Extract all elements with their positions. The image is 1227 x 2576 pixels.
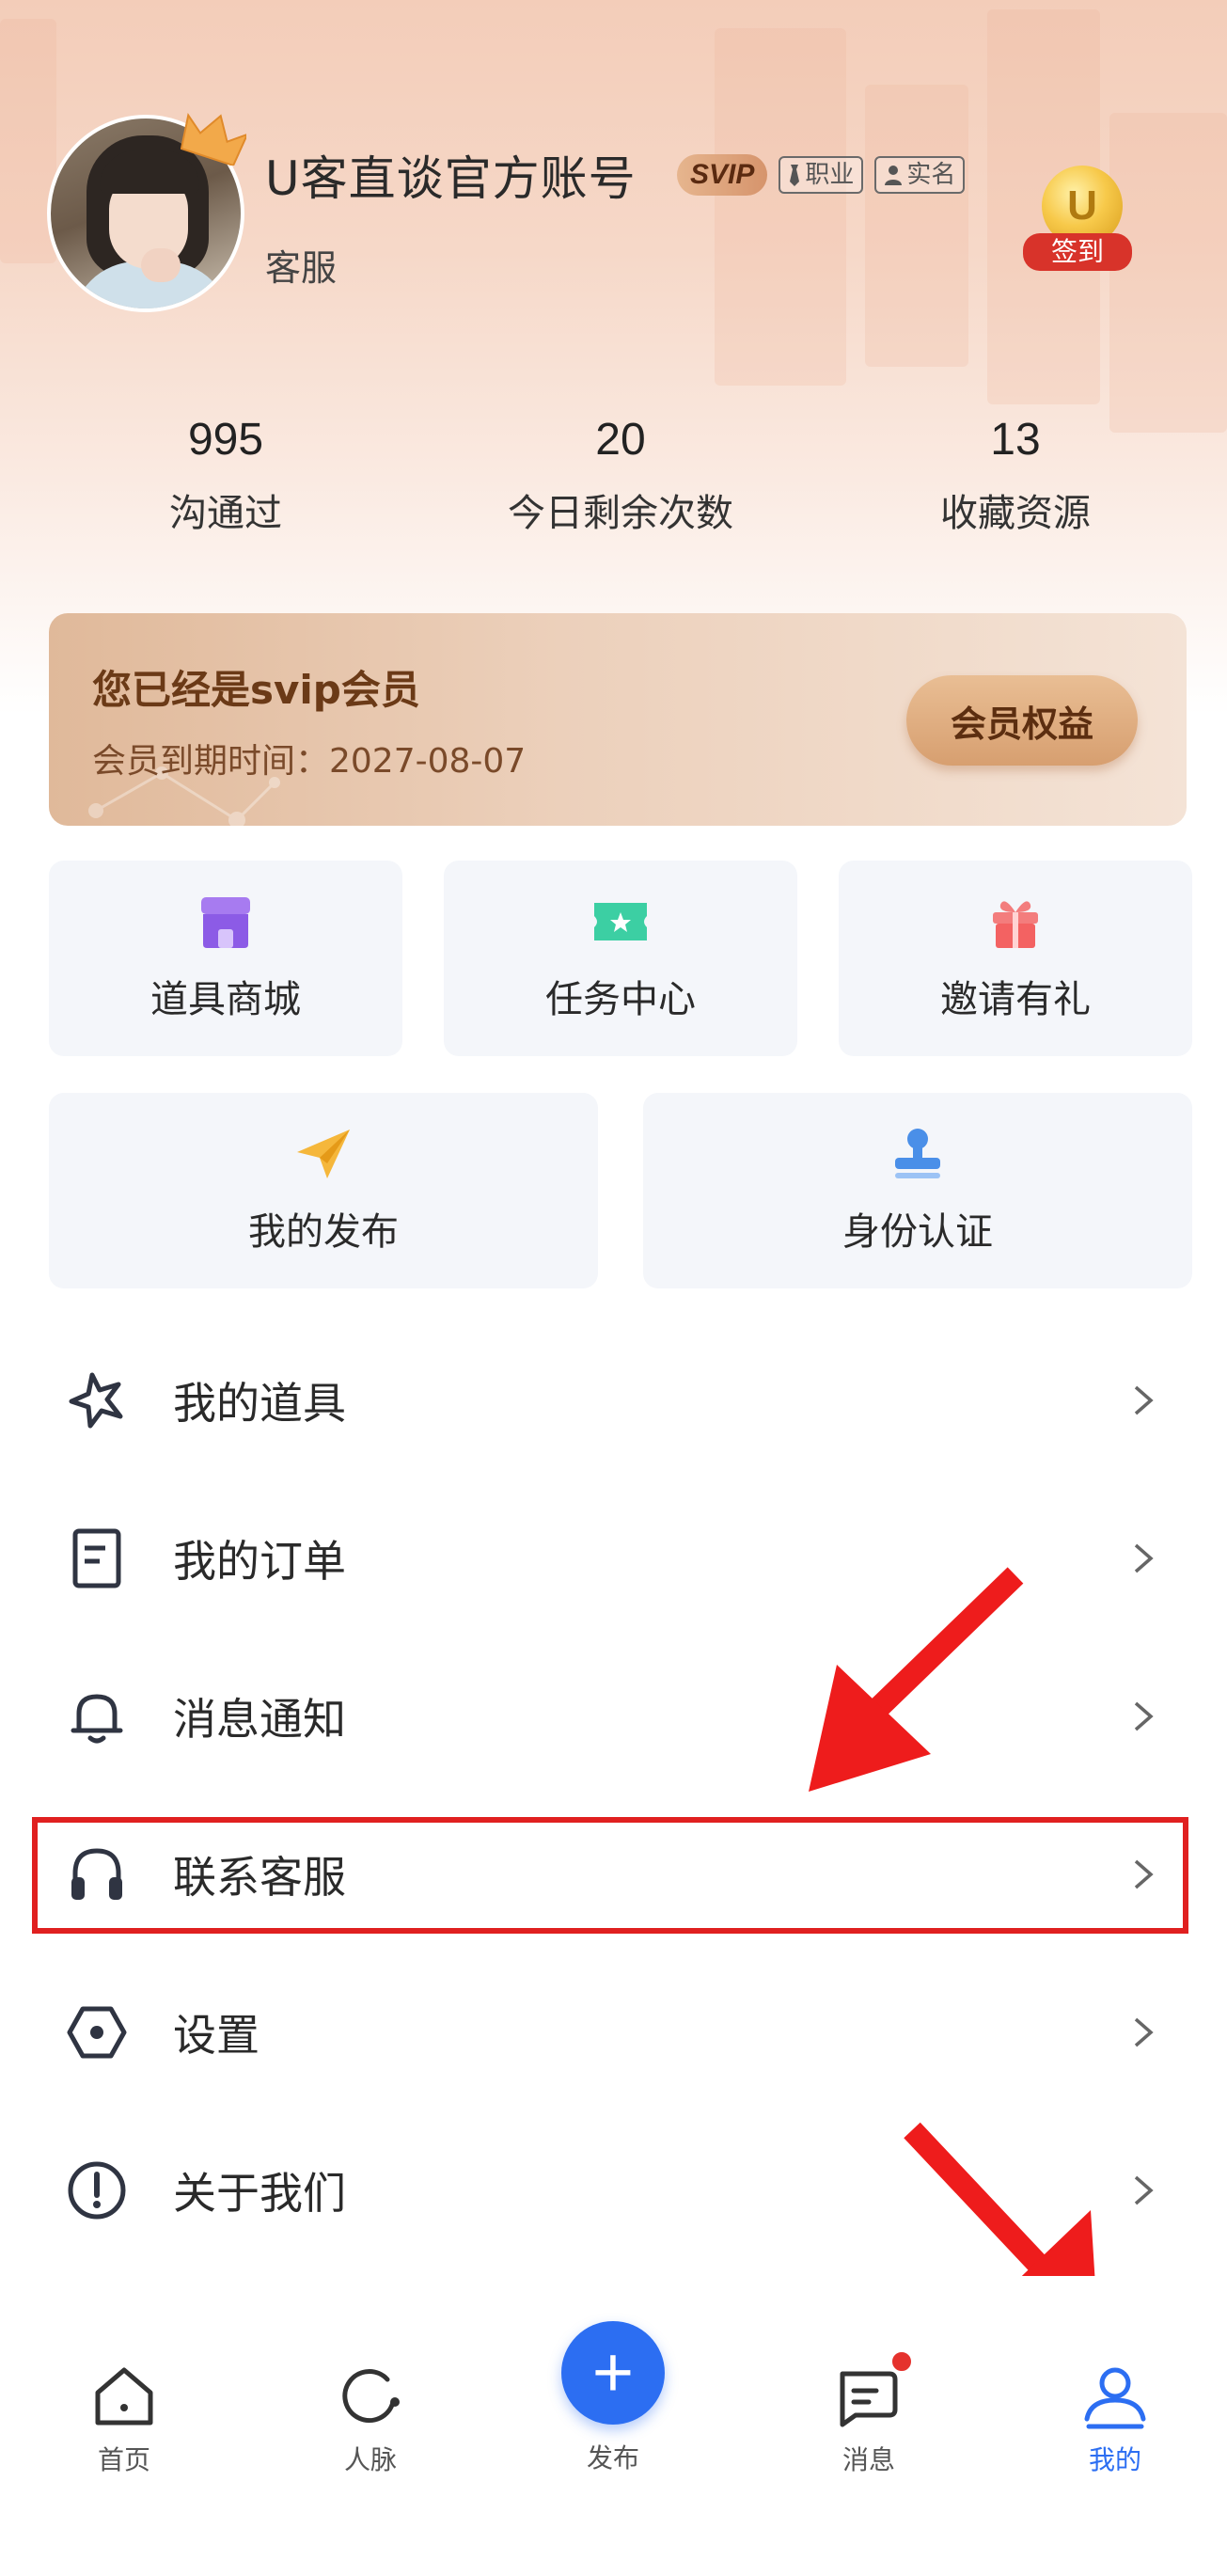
- menu-label: 消息通知: [173, 1694, 346, 1745]
- stat-label: 收藏资源: [940, 492, 1091, 535]
- nav-publish[interactable]: + 发布: [519, 2276, 707, 2475]
- chevron-right-icon: [1134, 1385, 1154, 1415]
- shop-icon: [201, 897, 250, 948]
- tile-task-center[interactable]: 任务中心: [444, 861, 797, 1056]
- stat-value: 995: [187, 415, 264, 465]
- member-benefits-button[interactable]: 会员权益: [906, 675, 1138, 766]
- stat-value: 13: [990, 415, 1041, 465]
- tile-my-posts[interactable]: 我的发布: [49, 1093, 598, 1288]
- plus-icon: +: [561, 2321, 665, 2425]
- star-burst-icon: [69, 1372, 123, 1429]
- nav-label: 我的: [1088, 2444, 1141, 2475]
- menu-item-notifications[interactable]: 消息通知: [0, 1637, 1227, 1795]
- gift-icon: [993, 901, 1038, 948]
- bottom-nav: 首页 人脉 + 发布 消息 我的: [0, 2276, 1227, 2576]
- info-exclamation-icon: [68, 2161, 126, 2220]
- badge-group: SVIP 职业 实名: [677, 154, 966, 196]
- nav-label: 人脉: [343, 2444, 397, 2475]
- settings-hexagon-icon: [67, 2006, 127, 2059]
- signin-button[interactable]: U 签到: [1023, 166, 1136, 278]
- unread-dot: [889, 2349, 914, 2374]
- stat-contacted[interactable]: 995 沟通过: [28, 414, 423, 537]
- chevron-right-icon: [1134, 2017, 1154, 2047]
- menu-label: 关于我们: [173, 2168, 346, 2219]
- menu-item-about-us[interactable]: 关于我们: [0, 2111, 1227, 2269]
- tile-label: 邀请有礼: [940, 978, 1091, 1021]
- job-badge: 职业: [779, 156, 864, 194]
- home-icon: [95, 2367, 153, 2426]
- profile-subtitle: 客服: [265, 247, 338, 289]
- verified-badge: 实名: [874, 156, 966, 194]
- signin-label: 签到: [1023, 233, 1132, 271]
- nav-home[interactable]: 首页: [30, 2276, 218, 2477]
- menu-item-my-props[interactable]: 我的道具: [0, 1321, 1227, 1479]
- chevron-right-icon: [1134, 1701, 1154, 1731]
- menu-label: 设置: [173, 2010, 260, 2061]
- nav-label: 发布: [586, 2442, 639, 2473]
- vip-expiry: 会员到期时间：2027-08-07: [92, 742, 527, 781]
- tile-prop-store[interactable]: 道具商城: [49, 861, 402, 1056]
- menu-label: 我的道具: [173, 1378, 346, 1429]
- ticket-icon: [594, 903, 647, 940]
- chevron-right-icon: [1134, 1859, 1154, 1889]
- stamp-icon: [895, 1129, 940, 1178]
- nav-me[interactable]: 我的: [1021, 2276, 1209, 2477]
- vip-title: 您已经是svip会员: [92, 667, 420, 713]
- user-icon: [1084, 2367, 1146, 2429]
- chevron-right-icon: [1134, 1543, 1154, 1573]
- header-background: [0, 0, 1227, 715]
- nav-label: 首页: [97, 2444, 150, 2475]
- stat-label: 沟通过: [169, 492, 282, 535]
- crown-icon: [181, 113, 246, 166]
- stat-remaining[interactable]: 20 今日剩余次数: [423, 414, 818, 537]
- menu-item-my-orders[interactable]: 我的订单: [0, 1479, 1227, 1637]
- chevron-right-icon: [1134, 2175, 1154, 2205]
- contacts-icon: [342, 2369, 400, 2424]
- menu-label: 联系客服: [173, 1852, 346, 1903]
- tile-label: 任务中心: [545, 978, 696, 1021]
- username: U客直谈官方账号: [265, 151, 637, 206]
- menu-item-settings[interactable]: 设置: [0, 1953, 1227, 2111]
- nav-contacts[interactable]: 人脉: [276, 2276, 464, 2477]
- vip-card[interactable]: 您已经是svip会员 会员到期时间：2027-08-07 会员权益: [49, 613, 1187, 826]
- tile-label: 我的发布: [248, 1210, 399, 1254]
- menu-label: 我的订单: [173, 1536, 346, 1587]
- nav-label: 消息: [842, 2444, 895, 2475]
- bell-icon: [71, 1694, 123, 1744]
- person-icon: [885, 166, 903, 185]
- stats-row: 995 沟通过 20 今日剩余次数 13 收藏资源: [0, 414, 1227, 555]
- tile-label: 道具商城: [150, 978, 301, 1021]
- tile-identity-verification[interactable]: 身份认证: [643, 1093, 1192, 1288]
- tile-invite-rewards[interactable]: 邀请有礼: [839, 861, 1192, 1056]
- tile-label: 身份认证: [842, 1210, 993, 1254]
- nav-messages[interactable]: 消息: [775, 2276, 963, 2477]
- stat-value: 20: [595, 415, 646, 465]
- headset-icon: [71, 1848, 122, 1900]
- svip-badge: SVIP: [677, 154, 768, 196]
- menu-item-contact-support[interactable]: 联系客服: [0, 1795, 1227, 1953]
- stat-favorites[interactable]: 13 收藏资源: [818, 414, 1213, 537]
- order-icon: [72, 1528, 121, 1588]
- tie-icon: [790, 165, 800, 186]
- stat-label: 今日剩余次数: [508, 492, 733, 535]
- avatar[interactable]: [47, 113, 249, 317]
- paper-plane-icon: [297, 1130, 350, 1178]
